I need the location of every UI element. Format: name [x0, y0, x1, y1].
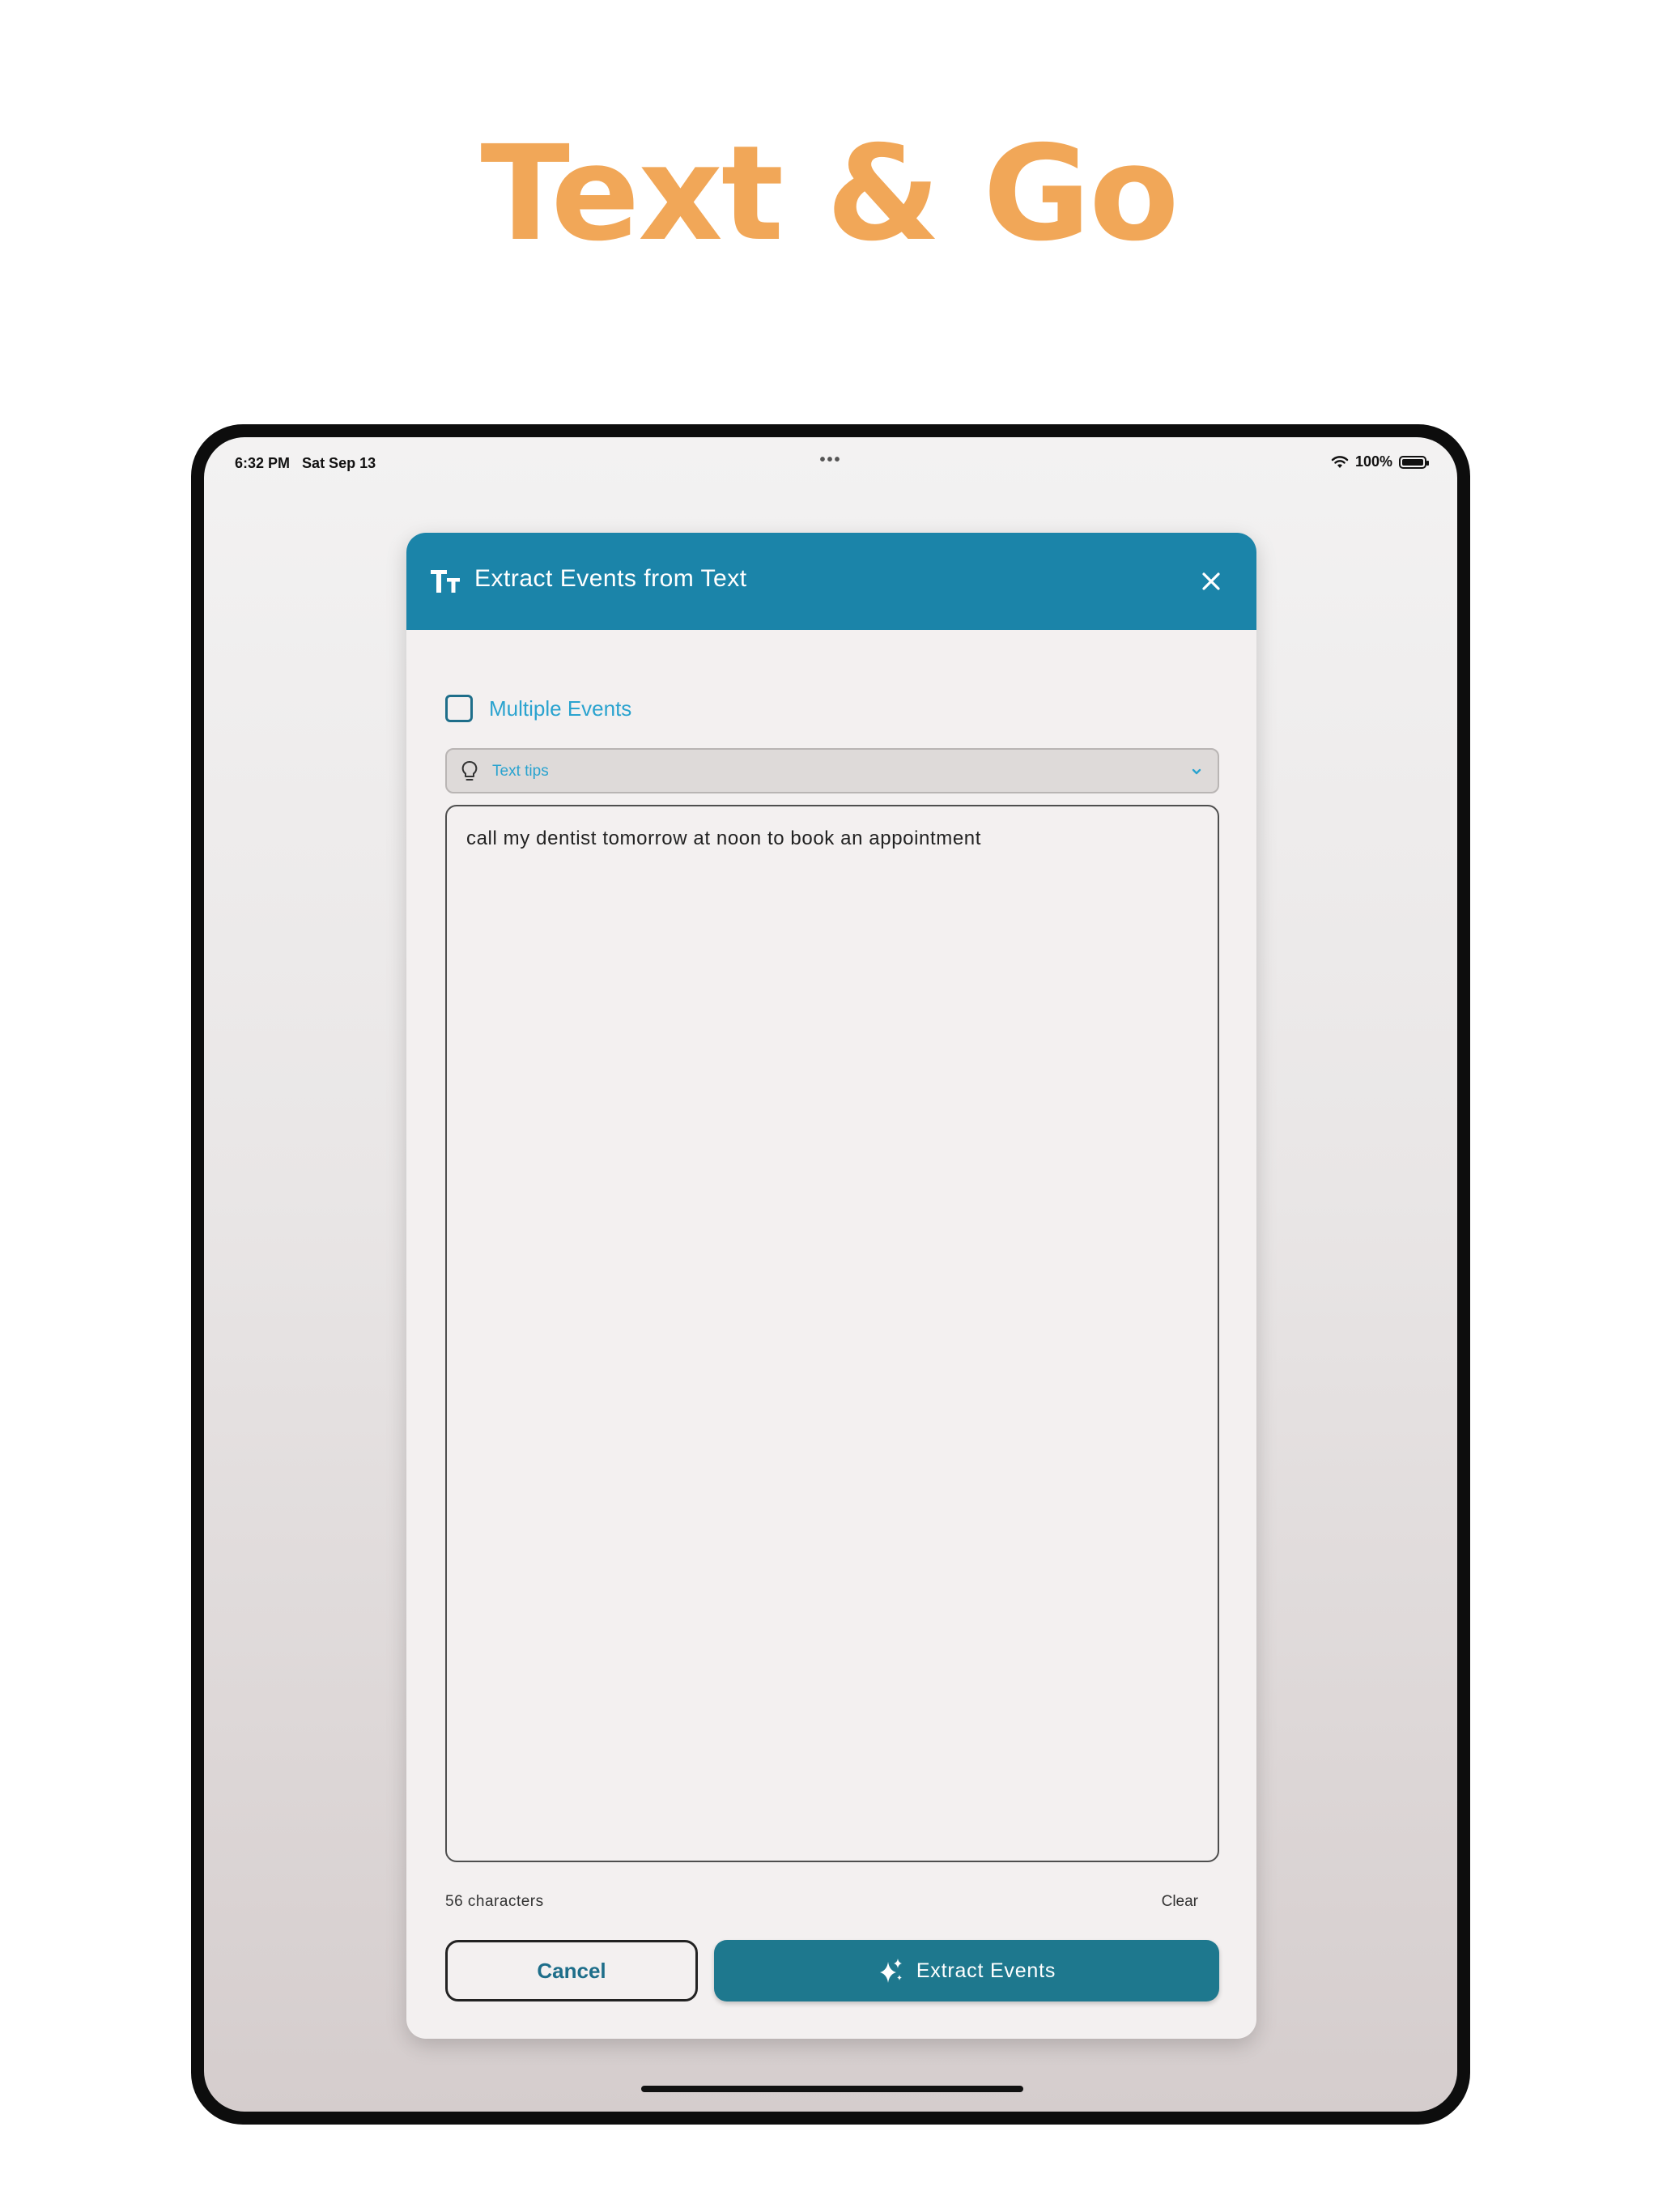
clear-button[interactable]: Clear: [1162, 1893, 1198, 1911]
home-indicator[interactable]: [641, 2086, 1023, 2092]
character-count: 56 characters: [445, 1893, 544, 1910]
multiple-events-checkbox[interactable]: [445, 695, 473, 722]
battery-full-icon: [1399, 455, 1429, 469]
multiple-events-label: Multiple Events: [489, 696, 632, 721]
chevron-down-icon: [1192, 768, 1201, 775]
dialog-title: Extract Events from Text: [474, 565, 747, 592]
status-right: 100%: [1331, 453, 1429, 470]
dialog-header: Extract Events from Text: [406, 533, 1256, 630]
multiple-events-toggle[interactable]: Multiple Events: [445, 695, 631, 722]
sparkle-icon: [879, 1959, 902, 1983]
text-tips-dropdown[interactable]: Text tips: [445, 748, 1219, 793]
tablet-screen: 6:32 PM Sat Sep 13 ••• 100% Extract Even…: [204, 437, 1457, 2112]
cancel-button[interactable]: Cancel: [445, 1940, 698, 2001]
lightbulb-icon: [461, 761, 478, 781]
extract-events-button[interactable]: Extract Events: [714, 1940, 1219, 2001]
event-text-input[interactable]: call my dentist tomorrow at noon to book…: [445, 805, 1219, 1862]
status-time: 6:32 PM Sat Sep 13: [235, 455, 376, 472]
extract-events-dialog: Extract Events from Text Multiple Events…: [406, 533, 1256, 2039]
wifi-icon: [1331, 455, 1349, 468]
battery-percent: 100%: [1354, 453, 1392, 470]
multitasking-dots-icon[interactable]: •••: [819, 451, 841, 470]
close-icon[interactable]: [1197, 567, 1226, 596]
status-clock: 6:32 PM: [235, 455, 291, 471]
extract-events-label: Extract Events: [916, 1959, 1056, 1982]
headline: Text & Go: [480, 118, 1179, 270]
status-bar: 6:32 PM Sat Sep 13 ••• 100%: [204, 437, 1457, 483]
text-size-icon: [431, 570, 460, 593]
tablet-frame: 6:32 PM Sat Sep 13 ••• 100% Extract Even…: [191, 424, 1470, 2125]
status-date: Sat Sep 13: [302, 455, 376, 471]
text-tips-label: Text tips: [492, 763, 549, 780]
